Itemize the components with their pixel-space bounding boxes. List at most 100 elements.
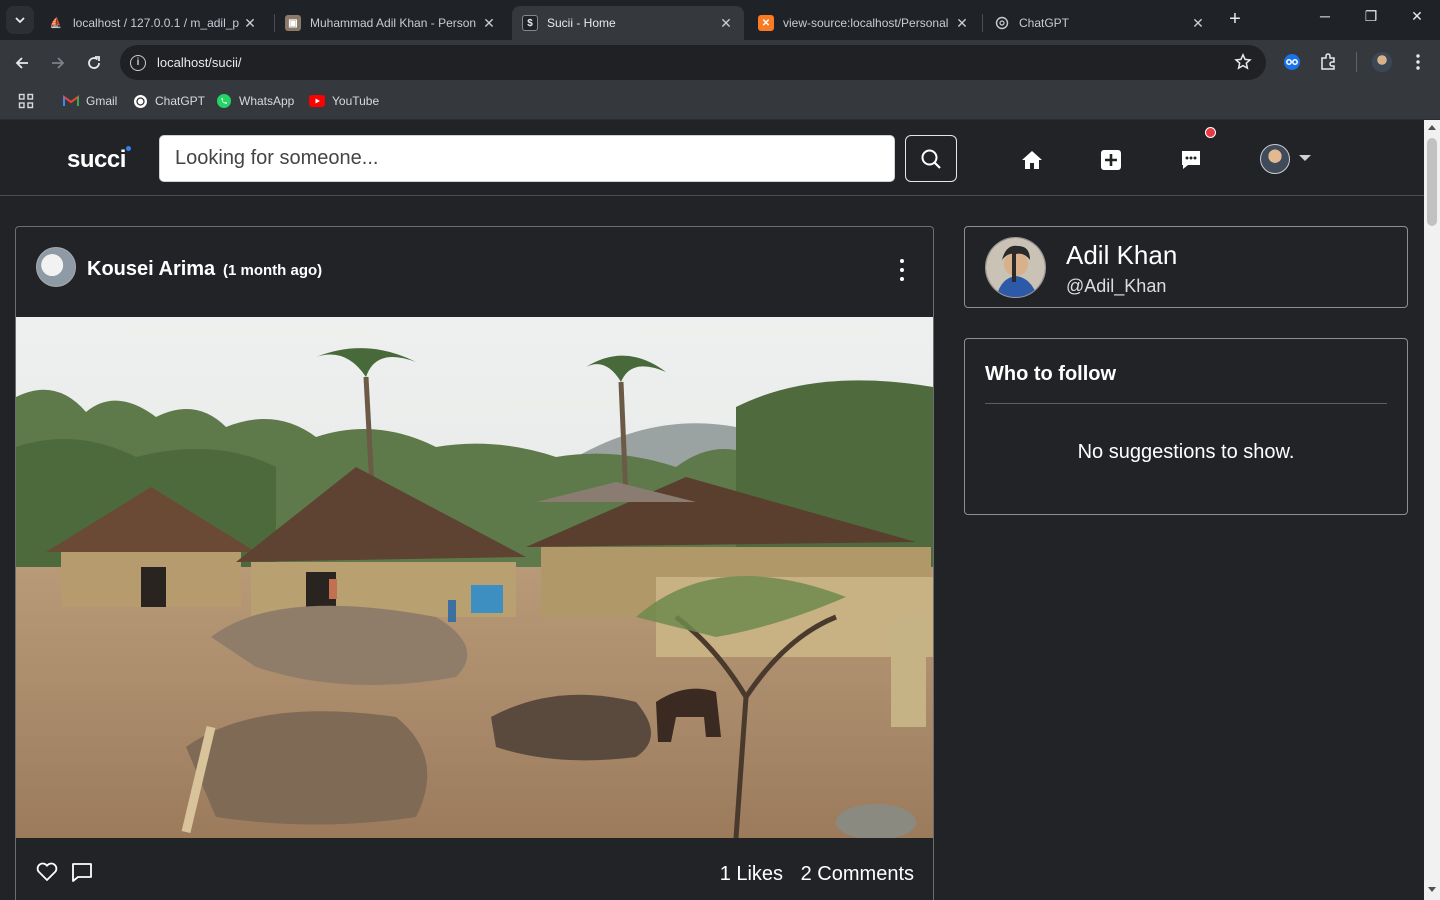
user-avatar[interactable] [1260,144,1290,174]
new-post-button[interactable] [1099,148,1123,172]
bookmark-star-icon[interactable] [1234,52,1252,76]
post-header: Kousei Arima (1 month ago) [16,227,933,317]
site-info-icon[interactable]: i [130,55,146,71]
post-actions: 1 Likes 2 Comments [16,838,933,900]
tab-title: ChatGPT [1019,16,1070,30]
plus-square-icon [1101,150,1121,170]
arrow-right-icon [52,57,65,69]
bookmark-label: WhatsApp [239,94,295,108]
browser-tab-active[interactable]: $ Sucii - Home ✕ [512,6,744,40]
portrait-icon: ▣ [285,15,301,31]
bookmarks-bar: Gmail ChatGPT WhatsApp YouTube [0,85,1440,120]
post-author-avatar[interactable] [36,247,76,287]
chatgpt-icon [132,93,148,109]
tab-title: Sucii - Home [547,16,616,30]
youtube-icon [309,93,325,109]
comment-icon [72,863,92,882]
minimize-button[interactable]: ─ [1313,8,1337,32]
browser-tab[interactable]: ChatGPT ✕ [984,6,1216,40]
page-scrollbar[interactable] [1424,120,1440,900]
forward-button[interactable] [45,50,71,76]
profile-card: Adil Khan @Adil_Khan [964,226,1408,308]
post-author-name[interactable]: Kousei Arima [87,258,215,281]
bookmark-label: YouTube [332,94,380,108]
chevron-down-icon[interactable] [1299,155,1311,161]
empty-suggestions-message: No suggestions to show. [1077,441,1295,463]
bookmark-whatsapp[interactable]: WhatsApp [216,93,294,109]
chevron-down-icon [15,17,25,24]
browser-toolbar: i localhost/sucii/ [0,40,1440,85]
app-logo[interactable]: succi [67,146,131,174]
home-icon [1022,151,1042,169]
profile-avatar[interactable] [985,237,1046,298]
who-to-follow-title: Who to follow [985,363,1117,385]
browser-tab[interactable]: ▣ Muhammad Adil Khan - Person ✕ [275,6,507,40]
page-content: succi Kousei Arima (1 month ago) [0,120,1424,900]
chat-icon [1182,151,1200,169]
logo-dot [126,146,131,151]
new-tab-button[interactable]: + [1224,9,1246,31]
tab-divider [982,14,983,32]
extension-icon[interactable] [1282,52,1302,72]
apps-grid-icon[interactable] [18,93,34,109]
url-text: localhost/sucii/ [157,55,242,70]
profile-name[interactable]: Adil Khan [1066,240,1177,271]
bookmark-gmail[interactable]: Gmail [63,93,117,109]
likes-count[interactable]: 1 Likes [720,863,783,885]
bookmark-label: ChatGPT [155,94,206,108]
xampp-icon: ✕ [758,15,774,31]
post-counts: 1 Likes 2 Comments [708,863,914,886]
tab-title: view-source:localhost/Personal [783,16,949,30]
close-icon[interactable]: ✕ [718,15,734,32]
bookmark-chatgpt[interactable]: ChatGPT [132,93,205,109]
phpmyadmin-icon: ⛵ [49,17,63,29]
close-icon[interactable]: ✕ [481,15,497,32]
scroll-down-arrow-icon[interactable] [1428,887,1436,892]
close-icon[interactable]: ✕ [242,15,258,32]
browser-tab[interactable]: ✕ view-source:localhost/Personal ✕ [748,6,980,40]
search-input[interactable] [160,136,894,181]
logo-text: succi [67,146,126,173]
reload-icon [88,56,100,69]
toolbar-divider [1356,52,1357,72]
arrow-left-icon [15,57,28,69]
post-timestamp: (1 month ago) [223,262,323,279]
menu-kebab-icon[interactable] [1408,52,1428,72]
divider [985,403,1387,404]
chatgpt-icon [994,15,1010,31]
profile-avatar-icon[interactable] [1372,52,1392,72]
scrollbar-thumb[interactable] [1427,138,1437,226]
like-button[interactable] [35,860,59,884]
restore-button[interactable]: ❐ [1359,8,1383,32]
post-image[interactable] [16,317,933,838]
search-icon [921,149,941,169]
tab-strip: ⛵ localhost / 127.0.0.1 / m_adil_p ✕ ▣ M… [0,0,1440,40]
tab-search-button[interactable] [6,6,34,34]
comments-count[interactable]: 2 Comments [801,863,914,885]
tab-title: Muhammad Adil Khan - Person [310,16,477,30]
back-button[interactable] [9,50,35,76]
app-navbar: succi [0,120,1424,196]
notification-dot [1205,127,1216,138]
tab-title: localhost / 127.0.0.1 / m_adil_p [73,16,240,30]
close-icon[interactable]: ✕ [1190,15,1206,32]
profile-handle: @Adil_Khan [1066,276,1167,296]
extensions-puzzle-icon[interactable] [1318,52,1338,72]
close-window-button[interactable]: ✕ [1405,8,1429,32]
bookmark-youtube[interactable]: YouTube [309,93,379,109]
browser-tab[interactable]: ⛵ localhost / 127.0.0.1 / m_adil_p ✕ [38,6,268,40]
messages-button[interactable] [1179,148,1203,172]
whatsapp-icon [216,93,232,109]
heart-icon [36,862,58,881]
dollar-icon: $ [522,15,538,31]
more-options-icon[interactable] [896,259,908,281]
comment-button[interactable] [70,860,94,884]
reload-button[interactable] [81,50,107,76]
address-bar[interactable]: i localhost/sucii/ [120,45,1266,80]
search-button[interactable] [905,135,957,182]
home-button[interactable] [1020,148,1044,172]
close-icon[interactable]: ✕ [954,15,970,32]
scroll-up-arrow-icon[interactable] [1428,125,1436,130]
who-to-follow-card: Who to follow No suggestions to show. [964,338,1408,515]
search-box [159,135,895,182]
